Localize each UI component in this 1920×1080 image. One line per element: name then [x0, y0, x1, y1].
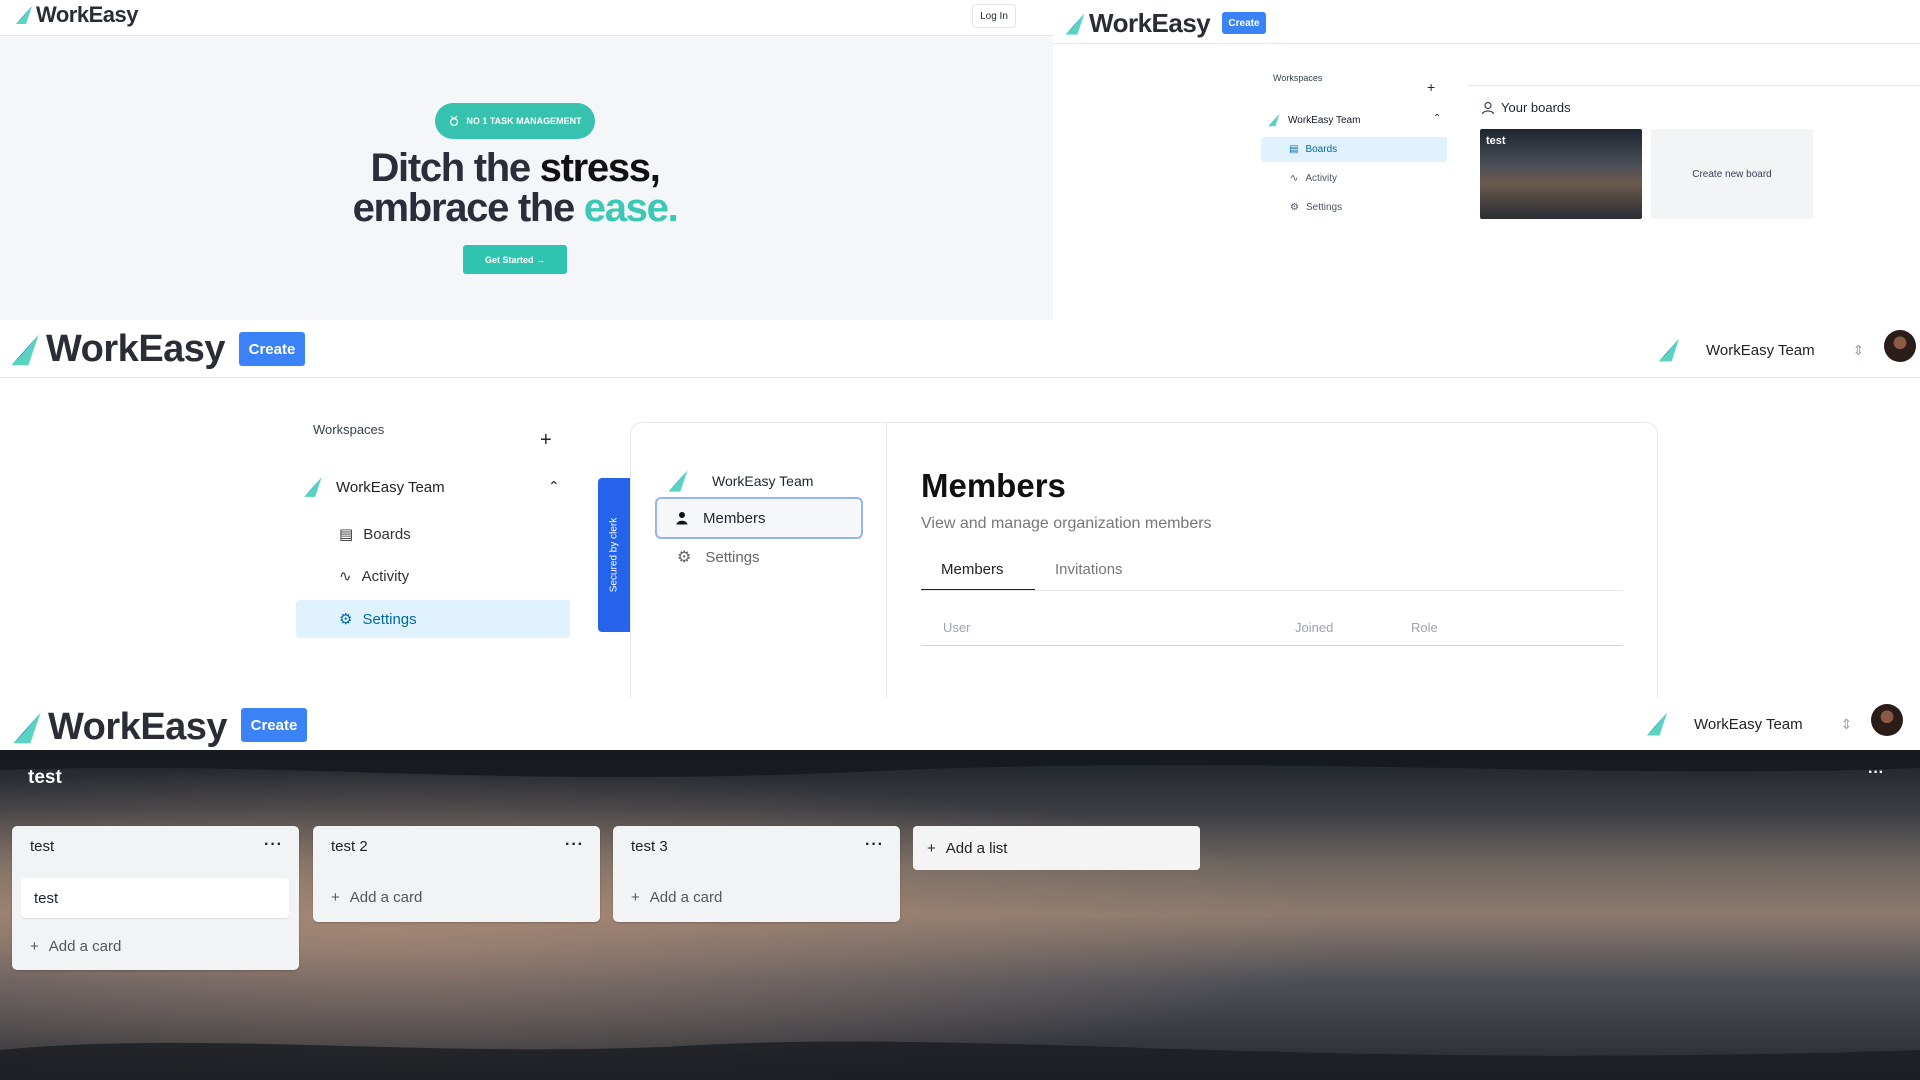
org-nav-members[interactable]: Members	[655, 497, 863, 539]
get-started-button[interactable]: Get Started →	[463, 245, 567, 274]
list-column: test 2 ··· + Add a card	[313, 826, 600, 922]
list-title[interactable]: test	[30, 838, 54, 855]
logo-mark-icon	[13, 712, 41, 743]
org-header: WorkEasy Team	[666, 468, 813, 494]
chevron-updown-icon: ⇕	[1852, 341, 1865, 358]
headline-line-2: embrace the ease.	[352, 186, 679, 230]
sidebar-item-boards[interactable]: ▤ Boards	[339, 525, 411, 544]
team-switcher[interactable]: WorkEasy Team ⇕	[1656, 336, 1864, 364]
brand-name: WorkEasy	[48, 706, 228, 748]
brand-name: WorkEasy	[36, 2, 138, 27]
create-button[interactable]: Create	[241, 708, 307, 742]
clerk-badge[interactable]: Secured by clerk	[598, 478, 630, 632]
card-item[interactable]: test	[21, 878, 289, 918]
brand-name: WorkEasy	[46, 328, 226, 370]
activity-icon: ∿	[1290, 173, 1299, 184]
page-subtitle: View and manage organization members	[921, 515, 1212, 532]
tab-invitations[interactable]: Invitations	[1055, 561, 1123, 578]
brand-name: WorkEasy	[1089, 8, 1211, 38]
layout-icon: ▤	[339, 526, 354, 543]
org-logo-icon	[668, 470, 688, 492]
add-card-button[interactable]: + Add a card	[30, 938, 121, 955]
layout-icon: ▤	[1289, 144, 1299, 155]
column-joined: Joined	[1295, 620, 1334, 635]
add-list-button[interactable]: + Add a list	[913, 826, 1200, 870]
brand-logo[interactable]: WorkEasy	[8, 328, 226, 371]
create-button[interactable]: Create	[239, 332, 305, 366]
add-card-button[interactable]: + Add a card	[631, 889, 722, 906]
tab-members[interactable]: Members	[941, 561, 1004, 578]
landing-panel: WorkEasy Log In NO 1 TASK MANAGEMENT Dit…	[0, 0, 1053, 320]
column-role: Role	[1411, 620, 1438, 635]
list-title[interactable]: test 3	[631, 838, 668, 855]
workspaces-label: Workspaces	[1273, 73, 1323, 83]
list-column: test 3 ··· + Add a card	[613, 826, 900, 922]
gear-icon: ⚙	[677, 549, 692, 566]
create-button[interactable]: Create	[1222, 12, 1266, 34]
create-new-board-button[interactable]: Create new board	[1651, 129, 1813, 219]
list-options-icon[interactable]: ···	[565, 836, 584, 854]
login-button[interactable]: Log In	[972, 4, 1016, 28]
workspaces-label: Workspaces	[313, 422, 385, 437]
list-title[interactable]: test 2	[331, 838, 368, 855]
workspace-item[interactable]: WorkEasy Team	[1267, 112, 1360, 128]
plus-icon: +	[631, 889, 640, 906]
brand-logo[interactable]: WorkEasy	[1063, 8, 1211, 39]
page-title: Members	[921, 467, 1066, 504]
medal-icon	[450, 115, 459, 127]
logo-mark-icon	[16, 6, 32, 24]
list-options-icon[interactable]: ···	[865, 836, 884, 854]
plus-icon: +	[331, 889, 340, 906]
add-workspace-icon[interactable]: +	[1427, 79, 1435, 95]
logo-mark-icon	[1065, 12, 1085, 35]
logo-mark-icon	[11, 334, 39, 365]
your-boards-heading: Your boards	[1481, 100, 1571, 115]
workspace-logo-icon	[1646, 712, 1668, 736]
sidebar-item-settings[interactable]: ⚙ Settings	[1290, 202, 1342, 213]
chevron-up-icon[interactable]: ⌃	[548, 478, 560, 495]
user-icon	[1481, 101, 1495, 114]
workspace-logo-icon	[304, 477, 322, 497]
workspace-item[interactable]: WorkEasy Team	[302, 475, 445, 499]
workspace-logo-icon	[1268, 113, 1280, 127]
activity-icon: ∿	[339, 568, 352, 585]
board-title[interactable]: test	[28, 767, 62, 789]
headline-line-1: Ditch the stress,	[370, 146, 660, 190]
boards-panel: WorkEasy Create Workspaces + WorkEasy Te…	[1053, 0, 1920, 320]
user-icon	[676, 512, 688, 525]
plus-icon: +	[30, 938, 39, 955]
chevron-up-icon[interactable]: ⌃	[1433, 113, 1441, 124]
org-profile-card: WorkEasy Team Members ⚙ Settings Members…	[630, 422, 1658, 698]
board-options-icon[interactable]: ···	[1868, 764, 1884, 782]
list-options-icon[interactable]: ···	[264, 836, 283, 854]
org-nav-settings[interactable]: ⚙ Settings	[677, 547, 760, 567]
badge: NO 1 TASK MANAGEMENT	[435, 103, 595, 139]
team-switcher[interactable]: WorkEasy Team ⇕	[1644, 710, 1852, 738]
badge-label: NO 1 TASK MANAGEMENT	[466, 116, 582, 126]
avatar[interactable]	[1884, 330, 1916, 362]
avatar[interactable]	[1871, 704, 1903, 736]
board-card-test[interactable]: test	[1480, 129, 1642, 219]
sidebar-item-boards[interactable]: ▤ Boards	[1261, 137, 1447, 162]
plus-icon: +	[927, 839, 936, 857]
workspace-logo-icon	[1658, 338, 1680, 362]
chevron-updown-icon: ⇕	[1840, 715, 1853, 732]
add-card-button[interactable]: + Add a card	[331, 889, 422, 906]
members-panel: WorkEasy Create WorkEasy Team ⇕ Workspac…	[0, 320, 1920, 698]
brand-logo[interactable]: WorkEasy	[14, 2, 138, 28]
board-panel: WorkEasy Create WorkEasy Team ⇕ test ···…	[0, 698, 1920, 1080]
gear-icon: ⚙	[1290, 202, 1299, 213]
add-workspace-icon[interactable]: +	[540, 429, 552, 452]
column-user: User	[943, 620, 971, 635]
sidebar-item-settings[interactable]: ⚙ Settings	[296, 600, 570, 638]
sidebar-item-activity[interactable]: ∿ Activity	[339, 567, 409, 586]
gear-icon: ⚙	[339, 611, 353, 628]
list-column: test ··· test + Add a card	[12, 826, 299, 970]
brand-logo[interactable]: WorkEasy	[10, 706, 228, 749]
sidebar-item-activity[interactable]: ∿ Activity	[1290, 173, 1337, 184]
